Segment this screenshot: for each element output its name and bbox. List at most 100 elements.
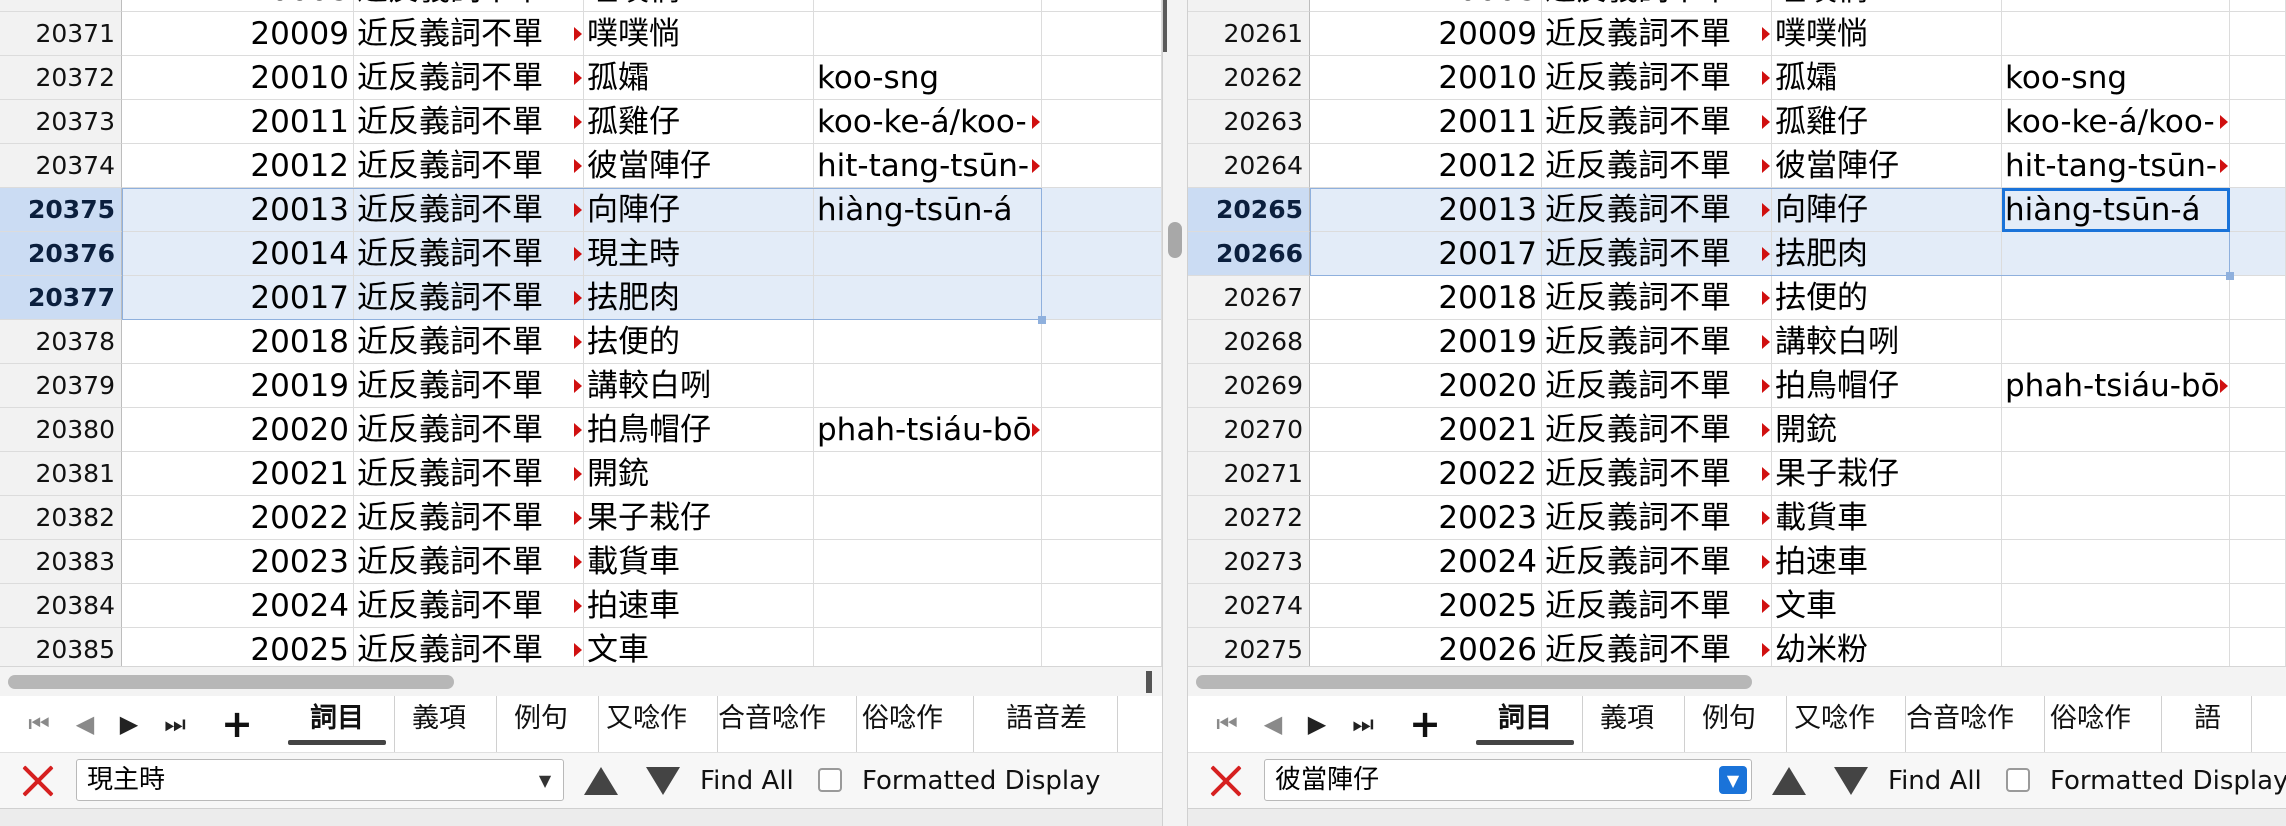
cell-id[interactable]: 20018 [1310, 276, 1542, 320]
cell-word[interactable]: 拍速車 [584, 584, 814, 628]
cell-blank[interactable] [2230, 12, 2286, 56]
cell-id[interactable]: 20009 [122, 12, 354, 56]
find-next-icon[interactable] [646, 767, 680, 795]
cell-word[interactable]: 向陣仔 [584, 188, 814, 232]
cell-id[interactable]: 20013 [1310, 188, 1542, 232]
cell-word[interactable]: 呸噗惝 [584, 0, 814, 12]
cell-word[interactable]: 噗噗惝 [1772, 12, 2002, 56]
table-row[interactable]: 20262 20010 近反義詞不單 孤孀 koo-sng [1188, 56, 2286, 100]
cell-rom[interactable] [2002, 12, 2230, 56]
cell-id[interactable]: 20019 [122, 364, 354, 408]
row-header[interactable]: 20383 [0, 540, 122, 584]
cell-type[interactable]: 近反義詞不單 [354, 408, 584, 452]
cell-id[interactable]: 20008 [1310, 0, 1542, 12]
cell-blank[interactable] [2230, 628, 2286, 666]
cell-id[interactable]: 20020 [122, 408, 354, 452]
cell-id[interactable]: 20022 [1310, 452, 1542, 496]
cell-id[interactable]: 20011 [122, 100, 354, 144]
sheet-tab[interactable]: 俗唸作 [2020, 696, 2162, 752]
find-all-button[interactable]: Find All [700, 753, 794, 809]
cell-blank[interactable] [1042, 0, 1162, 12]
sheet-tab[interactable]: 語音差 [976, 696, 1118, 752]
cell-id[interactable]: 20012 [1310, 144, 1542, 188]
cell-blank[interactable] [1042, 496, 1162, 540]
cell-word[interactable]: 現主時 [584, 232, 814, 276]
cell-blank[interactable] [1042, 540, 1162, 584]
cell-id[interactable]: 20025 [122, 628, 354, 666]
cell-id[interactable]: 20017 [122, 276, 354, 320]
last-sheet-icon[interactable]: ⏭ [160, 706, 190, 742]
spreadsheet-grid-left[interactable]: 2037020008近反義詞不單呸噗惝2037120009近反義詞不單噗噗惝20… [0, 0, 1162, 666]
table-row[interactable]: 20383 20023 近反義詞不單 載貨車 [0, 540, 1162, 584]
cell-blank[interactable] [1042, 100, 1162, 144]
close-icon[interactable] [18, 761, 58, 801]
cell-rom[interactable] [2002, 276, 2230, 320]
cell-rom[interactable]: koo-sng [2002, 56, 2230, 100]
find-previous-icon[interactable] [1772, 767, 1806, 795]
row-header[interactable]: 20272 [1188, 496, 1310, 540]
cell-type[interactable]: 近反義詞不單 [354, 0, 584, 12]
table-row[interactable]: 20382 20022 近反義詞不單 果子栽仔 [0, 496, 1162, 540]
cell-blank[interactable] [1042, 188, 1162, 232]
table-row[interactable]: 20379 20019 近反義詞不單 講較白咧 [0, 364, 1162, 408]
cell-type[interactable]: 近反義詞不單 [354, 364, 584, 408]
pane-separator[interactable] [1162, 0, 1188, 826]
cell-id[interactable]: 20009 [1310, 12, 1542, 56]
cell-word[interactable]: 拍速車 [1772, 540, 2002, 584]
cell-blank[interactable] [2230, 232, 2286, 276]
cell-type[interactable]: 近反義詞不單 [354, 276, 584, 320]
cell-type[interactable]: 近反義詞不單 [354, 320, 584, 364]
cell-rom[interactable] [2002, 0, 2230, 12]
cell-id[interactable]: 20023 [122, 540, 354, 584]
cell-blank[interactable] [1042, 584, 1162, 628]
cell-rom[interactable] [814, 364, 1042, 408]
row-header[interactable]: 20384 [0, 584, 122, 628]
table-row[interactable]: 20275 20026 近反義詞不單 幼米粉 [1188, 628, 2286, 666]
cell-type[interactable]: 近反義詞不單 [354, 496, 584, 540]
table-row[interactable]: 20271 20022 近反義詞不單 果子栽仔 [1188, 452, 2286, 496]
row-header[interactable]: 20370 [0, 0, 122, 12]
last-sheet-icon[interactable]: ⏭ [1348, 706, 1378, 742]
first-sheet-icon[interactable]: ⏮ [24, 706, 54, 742]
cell-word[interactable]: 孤雞仔 [584, 100, 814, 144]
table-row[interactable]: 20373 20011 近反義詞不單 孤雞仔 koo-ke-á/koo- [0, 100, 1162, 144]
cell-blank[interactable] [1042, 364, 1162, 408]
cell-rom[interactable]: koo-ke-á/koo- [814, 100, 1042, 144]
table-row[interactable]: 2026020008近反義詞不單呸噗惝 [1188, 0, 2286, 12]
search-input[interactable]: 彼當陣仔 ▼ [1264, 759, 1752, 801]
cell-type[interactable]: 近反義詞不單 [1542, 100, 1772, 144]
horizontal-scrollbar-right[interactable] [1188, 666, 2286, 697]
cell-type[interactable]: 近反義詞不單 [1542, 188, 1772, 232]
cell-blank[interactable] [2230, 188, 2286, 232]
row-header[interactable]: 20375 [0, 188, 122, 232]
cell-blank[interactable] [2230, 364, 2286, 408]
row-header[interactable]: 20265 [1188, 188, 1310, 232]
cell-type[interactable]: 近反義詞不單 [354, 12, 584, 56]
cell-id[interactable]: 20011 [1310, 100, 1542, 144]
cell-type[interactable]: 近反義詞不單 [354, 56, 584, 100]
row-header[interactable]: 20379 [0, 364, 122, 408]
horizontal-scrollbar-left[interactable] [0, 666, 1162, 697]
cell-word[interactable]: 拍鳥帽仔 [584, 408, 814, 452]
formatted-display-checkbox[interactable] [2006, 768, 2030, 792]
close-icon[interactable] [1206, 761, 1246, 801]
cell-id[interactable]: 20020 [1310, 364, 1542, 408]
table-row[interactable]: 20377 20017 近反義詞不單 抾肥肉 [0, 276, 1162, 320]
cell-rom[interactable] [814, 320, 1042, 364]
cell-type[interactable]: 近反義詞不單 [1542, 496, 1772, 540]
cell-rom[interactable]: koo-ke-á/koo- [2002, 100, 2230, 144]
cell-word[interactable]: 孤孀 [584, 56, 814, 100]
table-row[interactable]: 20372 20010 近反義詞不單 孤孀 koo-sng [0, 56, 1162, 100]
cell-word[interactable]: 講較白咧 [584, 364, 814, 408]
row-header[interactable]: 20377 [0, 276, 122, 320]
cell-rom[interactable] [814, 452, 1042, 496]
cell-id[interactable]: 20012 [122, 144, 354, 188]
cell-word[interactable]: 幼米粉 [1772, 628, 2002, 666]
row-header[interactable]: 20373 [0, 100, 122, 144]
row-header[interactable]: 20261 [1188, 12, 1310, 56]
row-header[interactable]: 20268 [1188, 320, 1310, 364]
table-row[interactable]: 20266 20017 近反義詞不單 抾肥肉 [1188, 232, 2286, 276]
table-row[interactable]: 20261 20009 近反義詞不單 噗噗惝 [1188, 12, 2286, 56]
table-row[interactable]: 20270 20021 近反義詞不單 開銃 [1188, 408, 2286, 452]
cell-id[interactable]: 20018 [122, 320, 354, 364]
